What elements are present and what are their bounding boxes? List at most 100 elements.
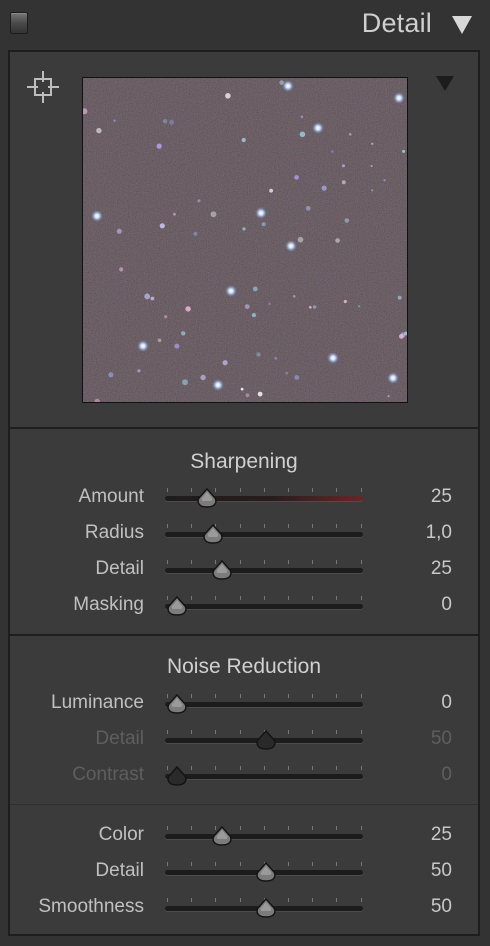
slider-tick (312, 596, 314, 600)
star-dot (293, 295, 296, 298)
slider-value[interactable]: 0 (441, 692, 452, 714)
slider-tick (312, 694, 314, 698)
slider-thumb[interactable] (202, 524, 224, 544)
slider-row-detail: Detail 50 (10, 724, 478, 754)
slider-tick (360, 730, 362, 734)
bright-star (327, 352, 339, 364)
slider-thumb[interactable] (166, 596, 188, 616)
slider-track[interactable] (165, 604, 363, 609)
star-dot (181, 331, 186, 336)
slider-ticks (165, 596, 363, 601)
slider-tick (239, 560, 241, 564)
star-dot (244, 304, 250, 309)
slider-tick (239, 862, 241, 866)
section-divider (10, 634, 478, 636)
slider-tick (360, 524, 362, 528)
slider-tick (167, 524, 168, 528)
star-dot (240, 387, 244, 391)
slider-tick (215, 694, 217, 698)
star-dot (252, 286, 258, 292)
slider-tick (239, 766, 241, 770)
star-dot (116, 228, 122, 234)
slider-value[interactable]: 50 (431, 860, 452, 882)
slider-tick (312, 898, 314, 902)
slider-tick (215, 730, 217, 734)
star-dot (169, 119, 175, 125)
slider-value[interactable]: 0 (441, 594, 452, 616)
slider-row-smoothness: Smoothness 50 (10, 892, 478, 922)
star-dot (343, 299, 347, 304)
star-dot (261, 222, 266, 227)
star-dot (321, 185, 327, 191)
star-dot (294, 375, 300, 380)
panel-toggle-switch[interactable] (10, 12, 28, 34)
slider-track[interactable] (165, 834, 363, 839)
slider-thumb[interactable] (255, 898, 277, 918)
star-dot (185, 306, 191, 312)
slider-track[interactable] (165, 568, 363, 573)
slider-tick (239, 596, 241, 600)
detail-preview-image[interactable] (82, 77, 408, 403)
slider-value[interactable]: 25 (431, 824, 452, 846)
slider-value[interactable]: 50 (431, 728, 452, 750)
star-dot (344, 218, 350, 223)
preview-menu-triangle-icon[interactable] (436, 76, 454, 91)
slider-tick (336, 766, 338, 770)
slider-track[interactable] (165, 774, 363, 779)
slider-thumb[interactable] (196, 488, 218, 508)
star-dot (156, 143, 162, 149)
slider-tick (215, 898, 217, 902)
slider-value[interactable]: 0 (441, 764, 452, 786)
slider-thumb[interactable] (255, 730, 277, 750)
bright-star (282, 80, 294, 92)
slider-tick (336, 898, 338, 902)
slider-tick (288, 524, 289, 528)
slider-tick (167, 730, 168, 734)
slider-tick (360, 898, 362, 902)
slider-thumb[interactable] (211, 826, 233, 846)
star-dot (299, 131, 306, 138)
slider-tick (336, 694, 338, 698)
slider-thumb[interactable] (211, 560, 233, 580)
slider-label: Color (98, 824, 144, 845)
slider-row-detail: Detail 25 (10, 554, 478, 584)
slider-tick (191, 488, 193, 492)
star-dot (331, 150, 334, 153)
star-dot (341, 164, 345, 168)
slider-thumb[interactable] (255, 862, 277, 882)
slider-tick (263, 596, 265, 600)
slider-track[interactable] (165, 532, 363, 537)
slider-tick (288, 694, 289, 698)
slider-tick (360, 488, 362, 492)
slider-tick (167, 560, 168, 564)
slider-value[interactable]: 50 (431, 896, 452, 918)
slider-tick (288, 560, 289, 564)
slider-value[interactable]: 25 (431, 486, 452, 508)
slider-thumb[interactable] (166, 766, 188, 786)
slider-tick (239, 524, 241, 528)
panel-header[interactable]: Detail (0, 0, 490, 50)
slider-thumb[interactable] (166, 694, 188, 714)
slider-value[interactable]: 1,0 (426, 522, 452, 544)
slider-tick (215, 596, 217, 600)
star-dot (285, 371, 289, 375)
slider-tick (360, 560, 362, 564)
star-dot (341, 180, 346, 185)
star-dot (150, 296, 155, 301)
slider-ticks (165, 560, 363, 565)
star-dot (144, 293, 151, 300)
crosshair-icon[interactable] (26, 70, 60, 104)
slider-value[interactable]: 25 (431, 558, 452, 580)
slider-tick (167, 488, 168, 492)
slider-row-masking: Masking 0 (10, 590, 478, 620)
star-dot (241, 137, 246, 143)
collapse-triangle-icon[interactable] (452, 16, 472, 34)
slider-ticks (165, 826, 363, 831)
star-dot (268, 302, 271, 306)
slider-track[interactable] (165, 702, 363, 707)
star-dot (222, 360, 228, 366)
slider-label: Detail (95, 558, 144, 579)
slider-row-detail: Detail 50 (10, 856, 478, 886)
slider-label: Amount (78, 486, 144, 507)
slider-tick (288, 596, 289, 600)
